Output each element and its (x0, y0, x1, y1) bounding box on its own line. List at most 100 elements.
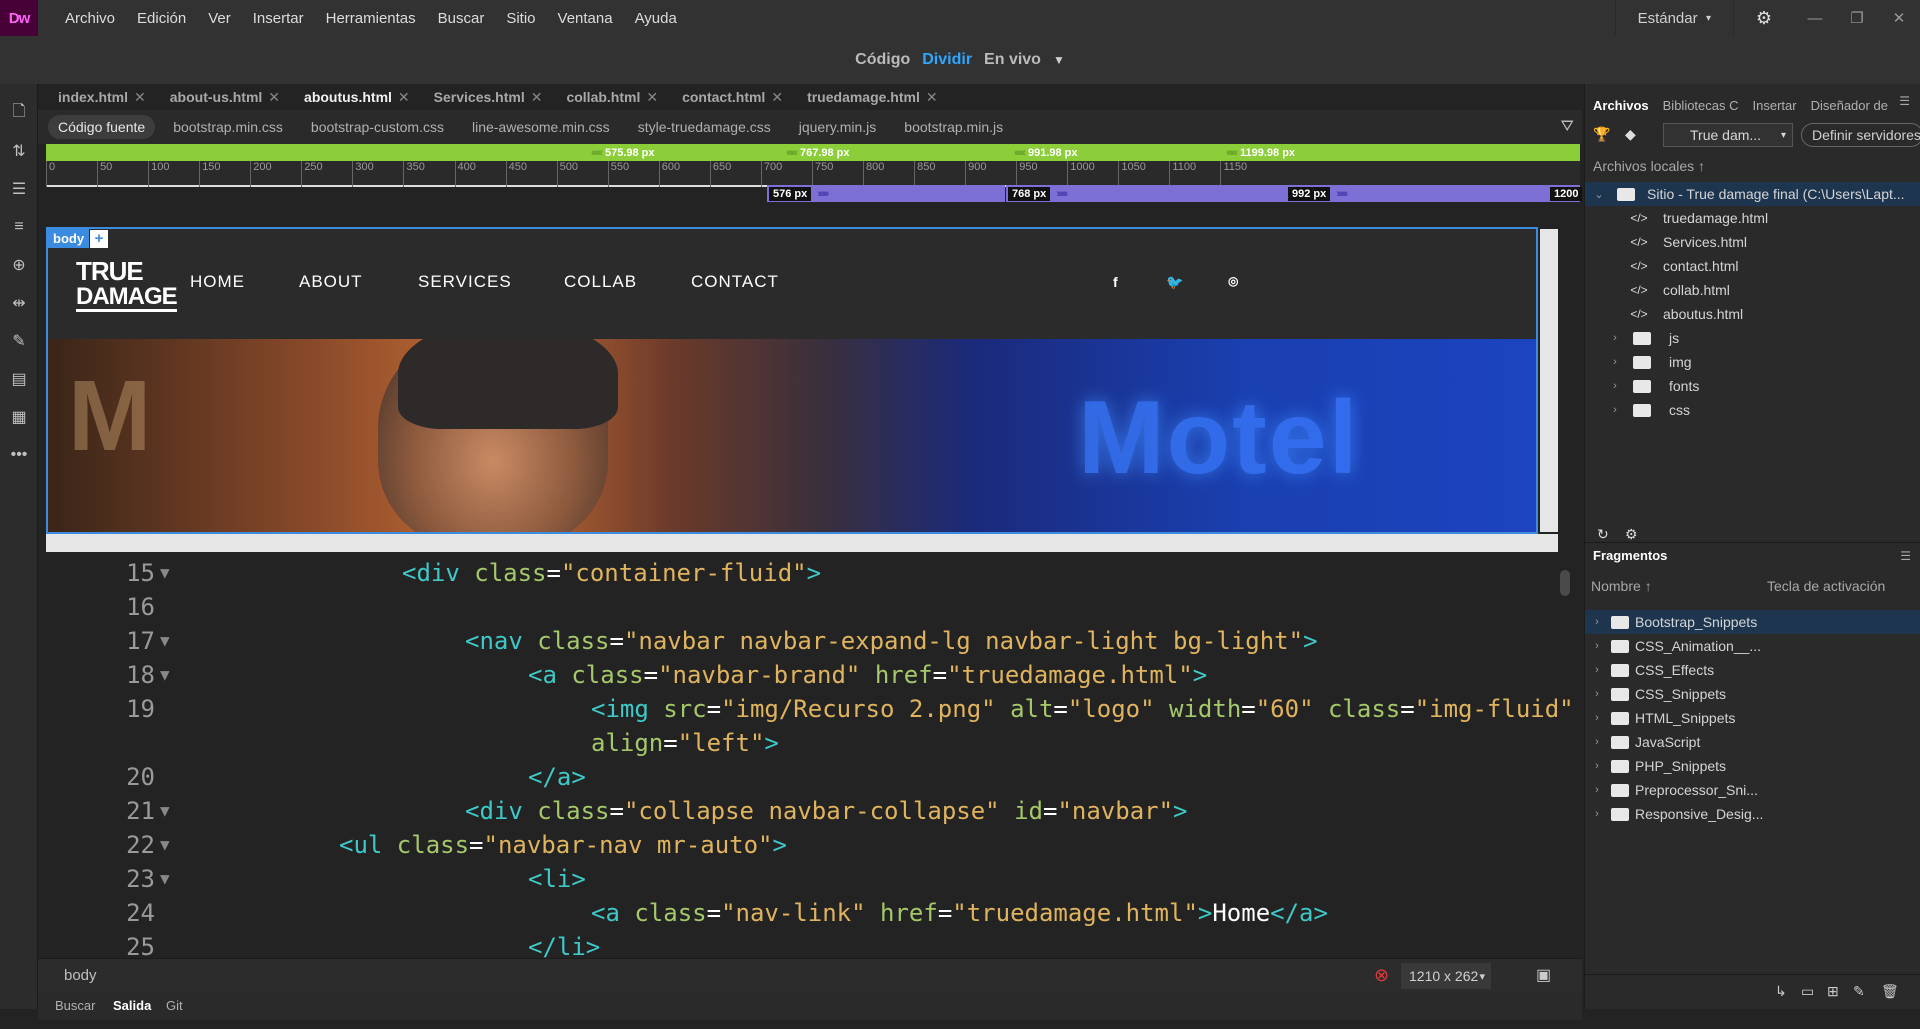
open-document-icon[interactable]: 🗋 (0, 94, 38, 132)
code-editor[interactable]: 15 ▼ <div class="container-fluid"> 16 17 ▼ <na… (38, 556, 1582, 958)
menu-item-insertar[interactable]: Insertar (242, 10, 315, 27)
output-tab-buscar[interactable]: Buscar (55, 998, 95, 1013)
output-tab-git[interactable]: Git (166, 998, 183, 1013)
panel-tab[interactable]: Diseñador de (1811, 98, 1888, 113)
site-icon[interactable]: 🏆 (1593, 126, 1610, 143)
fold-arrow-icon[interactable]: ▼ (160, 556, 170, 590)
file-item[interactable]: </> contact.html (1585, 254, 1920, 278)
chevron-right-icon[interactable]: › (1587, 640, 1607, 652)
insert-icon[interactable]: ↳ (1775, 983, 1787, 1000)
live-view-vertical-scrollbar[interactable] (1540, 229, 1558, 532)
git-icon[interactable]: ◆ (1625, 126, 1636, 143)
doc-tab[interactable]: aboutus.html ✕ (292, 84, 422, 110)
fold-arrow-icon[interactable]: ▼ (160, 828, 170, 862)
chevron-right-icon[interactable]: › (1587, 712, 1607, 724)
related-file[interactable]: bootstrap-custom.css (311, 119, 444, 135)
close-icon[interactable]: ✕ (771, 89, 783, 106)
minimize-icon[interactable]: — (1794, 10, 1836, 27)
format-code-icon[interactable]: ≡ (0, 208, 38, 246)
twitter-icon[interactable]: 🐦 (1166, 274, 1183, 291)
menu-item-ventana[interactable]: Ventana (547, 10, 624, 27)
doc-tab[interactable]: about-us.html ✕ (158, 84, 292, 110)
snippet-folder[interactable]: › CSS_Animation__... (1585, 634, 1920, 658)
close-icon[interactable]: ✕ (646, 89, 658, 106)
edit-snippet-icon[interactable]: ✎ (1853, 983, 1865, 1000)
split-view-button[interactable]: Dividir (922, 51, 972, 69)
fold-arrow-icon[interactable]: ▼ (160, 862, 170, 896)
panel-tab[interactable]: Bibliotecas C (1663, 98, 1739, 113)
fold-arrow-icon[interactable]: ▼ (160, 658, 170, 692)
doc-tab[interactable]: collab.html ✕ (554, 84, 670, 110)
panel-menu-icon[interactable]: ☰ (1900, 549, 1911, 563)
code-view-button[interactable]: Código (855, 51, 910, 69)
menu-item-archivo[interactable]: Archivo (54, 10, 126, 27)
media-query-max-marker[interactable]: ‹‹‹‹‹‹ 991.98 px (1014, 144, 1078, 161)
column-name[interactable]: Nombre ↑ (1591, 578, 1652, 594)
chevron-right-icon[interactable]: › (1587, 760, 1607, 772)
menu-item-buscar[interactable]: Buscar (427, 10, 496, 27)
refresh-icon[interactable]: ↻ (1597, 526, 1609, 543)
menu-item-ver[interactable]: Ver (197, 10, 242, 27)
snippet-folder[interactable]: › JavaScript (1585, 730, 1920, 754)
media-query-min-marker[interactable]: 1200 (1548, 185, 1583, 202)
snippets-title[interactable]: Fragmentos (1593, 548, 1667, 563)
snippet-folder[interactable]: › HTML_Snippets (1585, 706, 1920, 730)
site-nav-link[interactable]: HOME (190, 272, 245, 292)
menu-item-edición[interactable]: Edición (126, 10, 197, 27)
media-query-min-marker[interactable]: 768 px ›››››› (1006, 185, 1288, 202)
site-nav-link[interactable]: CONTACT (691, 272, 779, 292)
workspace-switcher[interactable]: Estándar ▾ (1614, 0, 1734, 36)
site-nav-link[interactable]: COLLAB (564, 272, 637, 292)
site-brand-logo[interactable]: TRUE DAMAGE (76, 258, 178, 312)
add-element-button[interactable]: + (90, 230, 108, 248)
tag-selector[interactable]: body (64, 967, 97, 984)
menu-item-ayuda[interactable]: Ayuda (624, 10, 688, 27)
element-tag-badge[interactable]: body (48, 229, 90, 248)
code-scrollbar[interactable] (1560, 570, 1570, 596)
window-size-select[interactable]: 1210 x 262 ▾ (1401, 963, 1491, 989)
snippet-folder[interactable]: › PHP_Snippets (1585, 754, 1920, 778)
media-query-min-marker[interactable]: 576 px ›››››› (767, 185, 1005, 202)
connect-icon[interactable]: ⚙ (1625, 526, 1638, 543)
comment-icon[interactable]: ▤ (0, 360, 38, 398)
menu-item-herramientas[interactable]: Herramientas (315, 10, 427, 27)
max-width-media-query-bar[interactable]: ‹‹‹‹‹‹ 575.98 px ‹‹‹‹‹‹ 767.98 px ‹‹‹‹‹‹ 991.… (46, 144, 1580, 161)
snippet-folder[interactable]: › Preprocessor_Sni... (1585, 778, 1920, 802)
doc-tab[interactable]: index.html ✕ (46, 84, 158, 110)
validate-icon[interactable]: ☰ (0, 170, 38, 208)
file-transfer-icon[interactable]: ⇅ (0, 132, 38, 170)
delete-icon[interactable]: 🗑 (1881, 983, 1899, 1000)
close-icon[interactable]: ✕ (134, 89, 146, 106)
preview-icon[interactable]: ▣ (1536, 965, 1551, 985)
close-icon[interactable]: ✕ (926, 89, 938, 106)
snippet-folder[interactable]: › Responsive_Desig... (1585, 802, 1920, 826)
panel-tab[interactable]: Insertar (1753, 98, 1797, 113)
site-root-folder[interactable]: ⌄ Sitio - True damage final (C:\Users\Lap… (1585, 182, 1920, 206)
close-icon[interactable]: ✕ (398, 89, 410, 106)
snippet-icon[interactable]: ▦ (0, 398, 38, 436)
close-icon[interactable]: ✕ (531, 89, 543, 106)
chevron-right-icon[interactable]: › (1587, 688, 1607, 700)
snippet-folder[interactable]: › CSS_Snippets (1585, 682, 1920, 706)
live-view[interactable]: body + TRUE DAMAGE f 🐦 ◎ HOME ABOUT SERVICE… (46, 227, 1538, 534)
snippet-folder[interactable]: › CSS_Effects (1585, 658, 1920, 682)
fold-arrow-icon[interactable]: ▼ (160, 794, 170, 828)
chevron-right-icon[interactable]: › (1587, 808, 1607, 820)
chevron-right-icon[interactable]: › (1587, 664, 1607, 676)
media-query-min-marker[interactable]: 992 px ›››››› (1286, 185, 1562, 202)
live-view-button[interactable]: En vivo (984, 51, 1041, 69)
error-icon[interactable]: ⊗ (1374, 965, 1389, 986)
file-item[interactable]: </> collab.html (1585, 278, 1920, 302)
chevron-down-icon[interactable]: ▼ (1053, 53, 1065, 67)
brush-icon[interactable]: ✎ (0, 322, 38, 360)
menu-item-sitio[interactable]: Sitio (495, 10, 546, 27)
expand-icon[interactable]: ⇹ (0, 284, 38, 322)
settings-gear-icon[interactable]: ⚙ (1734, 8, 1794, 29)
close-icon[interactable]: ✕ (268, 89, 280, 106)
related-file[interactable]: bootstrap.min.js (904, 119, 1003, 135)
chevron-right-icon[interactable]: › (1605, 332, 1625, 344)
site-nav-link[interactable]: SERVICES (418, 272, 512, 292)
doc-tab[interactable]: contact.html ✕ (670, 84, 795, 110)
instagram-icon[interactable]: ◎ (1228, 274, 1238, 288)
snippet-folder[interactable]: › Bootstrap_Snippets (1585, 610, 1920, 634)
